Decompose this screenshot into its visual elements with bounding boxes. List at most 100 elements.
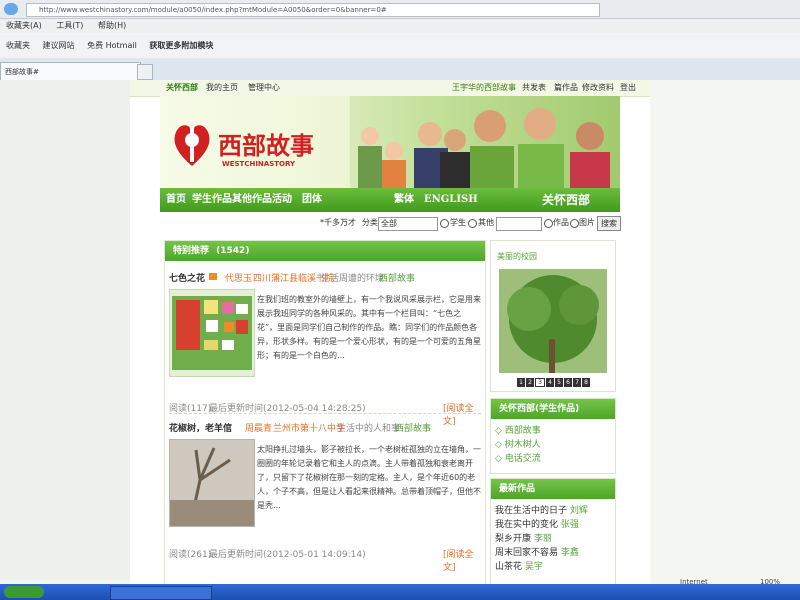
student-works-header: 关怀西部(学生作品): [491, 399, 615, 419]
article-excerpt: 太阳挣扎过墙头，影子被拉长，一个老树桩孤独的立在墙角，一圈圈的年轮记录着它和主人…: [257, 445, 481, 510]
latest-item[interactable]: 周末回家不容易 李鑫: [495, 545, 579, 558]
site-top-nav: 关怀西部 我的主页 管理中心 王宇华的西部故事 共发表 篇作品 修改资料 登出: [130, 80, 650, 97]
article-thumbnail[interactable]: [169, 289, 255, 377]
student-link-tree[interactable]: ◇ 树木树人: [495, 437, 541, 450]
pager-5[interactable]: 5: [555, 378, 563, 387]
pager-2[interactable]: 2: [526, 378, 534, 387]
student-link-phone[interactable]: ◇ 电话交流: [495, 451, 541, 464]
banner-children-photo: [350, 96, 620, 188]
menu-bar: 收藏夹(A) 工具(T) 帮助(H): [0, 19, 800, 33]
article-thumbnail[interactable]: [169, 439, 255, 527]
taskbar: [0, 584, 800, 600]
nav-student-works[interactable]: 学生作品: [192, 188, 232, 212]
pager-4[interactable]: 4: [546, 378, 554, 387]
site-banner: 西部故事 WESTCHINASTORY: [160, 96, 620, 188]
topnav-admin[interactable]: 管理中心: [248, 80, 280, 96]
back-icon[interactable]: [4, 3, 18, 15]
article-author[interactable]: 周晨青: [245, 421, 272, 434]
brand-name: 关怀西部: [166, 83, 198, 92]
menu-item-tools[interactable]: 工具(T): [56, 21, 83, 30]
url-field[interactable]: http://www.westchinastory.com/module/a00…: [26, 3, 600, 17]
article-school[interactable]: 兰州市第十八中学: [273, 421, 345, 434]
category-select-value: 全部: [381, 219, 397, 228]
category-select[interactable]: 全部: [378, 217, 438, 231]
topnav-my-home[interactable]: 我的主页: [206, 80, 238, 96]
latest-item[interactable]: 我在生活中的日子 刘辉: [495, 503, 588, 516]
pager-6[interactable]: 6: [564, 378, 572, 387]
read-more-link[interactable]: [阅读全文]: [443, 547, 485, 573]
pager-8[interactable]: 8: [582, 378, 590, 387]
tree-stump-image: [170, 440, 254, 527]
pager-7[interactable]: 7: [573, 378, 581, 387]
fav-get-addons[interactable]: 获取更多附加模块: [149, 41, 213, 50]
logo-subtext: WESTCHINASTORY: [222, 160, 296, 168]
nav-groups[interactable]: 团体: [302, 188, 322, 212]
article-excerpt: 在我们班的教室外的墙壁上，有一个我说风采展示栏，它是用来展示我班同学的各种风采的…: [257, 295, 481, 360]
student-link-west-story[interactable]: ◇ 西部故事: [495, 423, 541, 436]
menu-item-favorites[interactable]: 收藏夹(A): [6, 21, 42, 30]
fav-hotmail[interactable]: 免费 Hotmail: [87, 41, 137, 50]
search-hint: *千多万才: [320, 218, 356, 227]
browser-tab[interactable]: 西部故事#: [0, 62, 141, 81]
radio-other[interactable]: [468, 219, 477, 228]
favorites-button[interactable]: 收藏夹: [6, 41, 30, 50]
topnav-logout[interactable]: 登出: [620, 80, 636, 96]
radio-image-label: 图片: [579, 218, 595, 227]
article-tag[interactable]: 西部故事: [395, 421, 431, 434]
new-badge-icon: [209, 273, 217, 280]
article-tag[interactable]: 西部故事: [379, 271, 415, 284]
right-sidebar: 美丽的校园 12345678 关怀西部(学生作品) ◇ 西部故事 ◇ 树木树人 …: [490, 240, 616, 590]
article-updated: 最后更新时间(2012-05-01 14:09:14): [209, 550, 366, 560]
article-category: 生活中的人和事: [337, 424, 401, 434]
topnav-user-story[interactable]: 王宇华的西部故事: [452, 80, 516, 96]
menu-item-help[interactable]: 帮助(H): [98, 21, 126, 30]
address-bar: http://www.westchinastory.com/module/a00…: [0, 0, 800, 19]
fav-suggested-sites[interactable]: 建议网站: [43, 41, 75, 50]
nav-other-works[interactable]: 其他作品: [232, 188, 272, 212]
featured-title: 特别推荐: [173, 246, 210, 256]
student-works-box: 关怀西部(学生作品) ◇ 西部故事 ◇ 树木树人 ◇ 电话交流: [490, 398, 616, 474]
campus-photo[interactable]: [499, 269, 607, 373]
search-button[interactable]: 搜索: [597, 216, 621, 231]
article-author[interactable]: 代思玉: [225, 271, 252, 284]
taskbar-window-button[interactable]: [110, 586, 212, 600]
main-nav: 首页 学生作品 其他作品 活动 团体 繁体 ENGLISH 关怀西部: [160, 188, 620, 212]
radio-work-label: 作品: [553, 218, 569, 227]
topnav-works: 篇作品: [554, 83, 578, 92]
favorites-bar: 收藏夹 建议网站 免费 Hotmail 获取更多附加模块: [0, 34, 800, 59]
pager-1[interactable]: 1: [517, 378, 525, 387]
article-title[interactable]: 七色之花: [169, 274, 205, 284]
nav-home[interactable]: 首页: [166, 188, 186, 212]
latest-item[interactable]: 我在实中的变化 张强: [495, 517, 579, 530]
latest-works-box: 最新作品 我在生活中的日子 刘辉 我在实中的变化 张强 梨乡开康 李丽 周末回家…: [490, 478, 616, 590]
pager-3[interactable]: 3: [535, 378, 545, 387]
nav-slogan: 关怀西部: [542, 193, 591, 207]
radio-work[interactable]: [544, 219, 553, 228]
radio-student-label: 学生: [450, 218, 466, 227]
page-background-left: [0, 80, 130, 580]
photo-box-title: 美丽的校园: [497, 252, 537, 261]
latest-item[interactable]: 山茶花 吴宇: [495, 559, 543, 572]
nav-activities[interactable]: 活动: [272, 188, 292, 212]
article-title[interactable]: 花椒树，老羊倌: [169, 424, 232, 434]
photo-pager: 12345678: [517, 377, 591, 387]
bulletin-board-image: [172, 296, 252, 370]
tab-bar: 西部故事#: [0, 58, 800, 81]
divider: [169, 413, 481, 414]
latest-item[interactable]: 梨乡开康 李丽: [495, 531, 552, 544]
radio-image[interactable]: [570, 219, 579, 228]
category-label: 分类: [362, 218, 378, 227]
topnav-edit-profile[interactable]: 修改资料: [582, 80, 614, 96]
logo-heart-icon: [174, 125, 210, 166]
article-item: 花椒树，老羊倌 周晨青 兰州市第十八中学 生活中的人和事 西部故事: [169, 421, 481, 434]
article-item: 七色之花 代思玉 四川蒲江县临溪书院 生活周遭的环境 西部故事: [169, 271, 481, 284]
search-input[interactable]: [496, 217, 542, 231]
nav-traditional[interactable]: 繁体: [394, 188, 414, 212]
radio-student[interactable]: [440, 219, 449, 228]
featured-panel: 特别推荐 (1542) 七色之花 代思玉 四川蒲江县临溪书院 生活周遭的环境 西…: [164, 240, 486, 592]
nav-english[interactable]: ENGLISH: [424, 188, 478, 212]
featured-header: 特别推荐 (1542): [165, 241, 485, 261]
new-tab-button[interactable]: [137, 64, 153, 80]
start-button[interactable]: [4, 586, 44, 598]
radio-other-label: 其他: [478, 218, 494, 227]
